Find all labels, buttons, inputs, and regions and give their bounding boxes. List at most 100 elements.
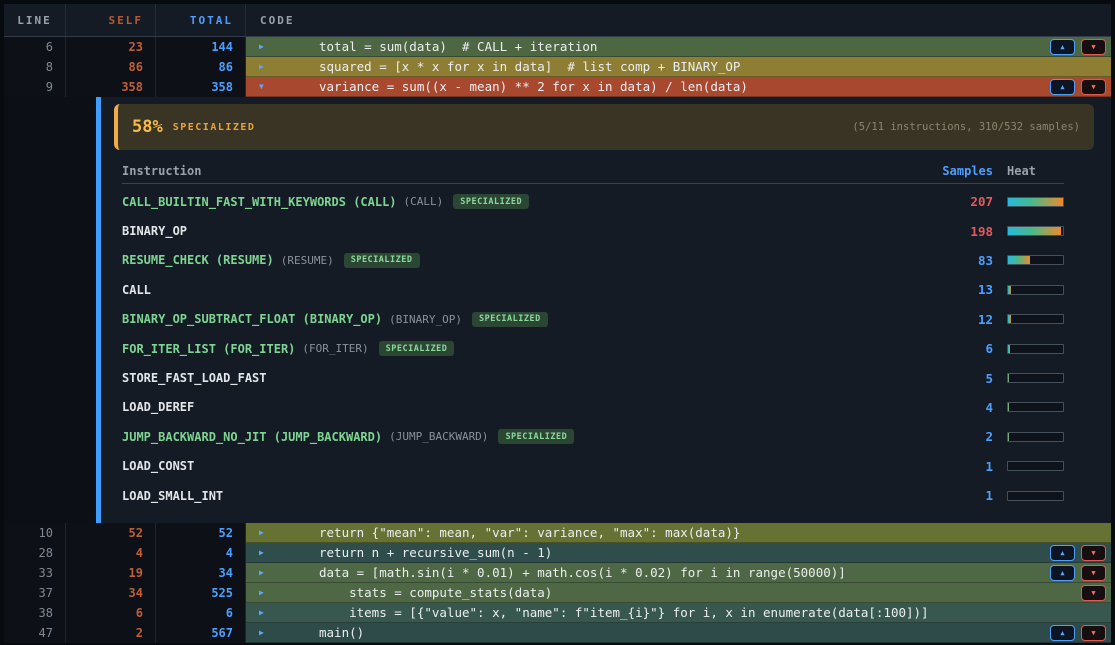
line-number: 47 — [4, 623, 66, 643]
table-row: 28 4 4 ▶ return n + recursive_sum(n - 1)… — [4, 543, 1111, 563]
sample-count: 207 — [931, 194, 993, 209]
code-cell[interactable]: ▶ total = sum(data) # CALL + iteration ▲… — [246, 37, 1111, 57]
code-cell[interactable]: ▶ stats = compute_stats(data) ▼ — [246, 583, 1111, 603]
column-header-samples[interactable]: Samples — [931, 164, 993, 178]
column-header-instruction[interactable]: Instruction — [122, 164, 201, 178]
heat-bar — [1007, 344, 1064, 354]
instruction-row: BINARY_OP 198 — [122, 216, 1064, 245]
jump-down-button[interactable]: ▼ — [1081, 79, 1106, 95]
expander-collapsed-icon[interactable]: ▶ — [259, 568, 271, 577]
jump-down-button[interactable]: ▼ — [1081, 565, 1106, 581]
specialized-badge: SPECIALIZED — [453, 194, 529, 209]
line-number: 38 — [4, 603, 66, 623]
code-text: total = sum(data) # CALL + iteration — [319, 39, 597, 54]
code-cell[interactable]: ▶ items = [{"value": x, "name": f"item_{… — [246, 603, 1111, 623]
code-text: stats = compute_stats(data) — [319, 585, 552, 600]
total-samples: 34 — [156, 563, 246, 583]
expander-collapsed-icon[interactable]: ▶ — [259, 628, 271, 637]
code-cell[interactable]: ▶ squared = [x * x for x in data] # list… — [246, 57, 1111, 77]
heat-bar — [1007, 255, 1064, 265]
instruction-row: LOAD_DEREF 4 — [122, 393, 1064, 422]
instruction-name: BINARY_OP — [122, 224, 187, 238]
instruction-name: LOAD_DEREF — [122, 400, 194, 414]
jump-up-button[interactable]: ▲ — [1050, 625, 1075, 641]
instruction-row: LOAD_SMALL_INT 1 — [122, 481, 1064, 510]
column-header-self[interactable]: SELF — [66, 4, 156, 36]
table-row: 33 19 34 ▶ data = [math.sin(i * 0.01) + … — [4, 563, 1111, 583]
column-header-total[interactable]: TOTAL — [156, 4, 246, 36]
instruction-row: CALL 13 — [122, 275, 1064, 304]
specialization-summary-banner: 58% SPECIALIZED (5/11 instructions, 310/… — [114, 104, 1094, 150]
heat-bar — [1007, 226, 1064, 236]
expander-collapsed-icon[interactable]: ▶ — [259, 548, 271, 557]
code-cell[interactable]: ▶ main() ▲ ▼ — [246, 623, 1111, 643]
total-samples: 86 — [156, 57, 246, 77]
column-header-line[interactable]: LINE — [4, 4, 66, 36]
jump-down-button[interactable]: ▼ — [1081, 625, 1106, 641]
line-number: 9 — [4, 77, 66, 97]
instruction-name: FOR_ITER_LIST (FOR_ITER) — [122, 342, 295, 356]
jump-down-button[interactable]: ▼ — [1081, 39, 1106, 55]
instruction-name: CALL_BUILTIN_FAST_WITH_KEYWORDS (CALL) — [122, 195, 397, 209]
instruction-row: FOR_ITER_LIST (FOR_ITER) (FOR_ITER) SPEC… — [122, 334, 1064, 363]
expander-expanded-icon[interactable]: ▼ — [259, 82, 271, 91]
heat-bar-fill — [1008, 403, 1009, 411]
line-number: 10 — [4, 523, 66, 543]
self-samples: 23 — [66, 37, 156, 57]
code-text: return {"mean": mean, "var": variance, "… — [319, 525, 740, 540]
instruction-name: LOAD_SMALL_INT — [122, 489, 223, 503]
table-row: 38 6 6 ▶ items = [{"value": x, "name": f… — [4, 603, 1111, 623]
instruction-row: JUMP_BACKWARD_NO_JIT (JUMP_BACKWARD) (JU… — [122, 422, 1064, 451]
heat-bar-fill — [1008, 433, 1009, 441]
total-samples: 358 — [156, 77, 246, 97]
jump-up-button[interactable]: ▲ — [1050, 39, 1075, 55]
table-row: 8 86 86 ▶ squared = [x * x for x in data… — [4, 57, 1111, 77]
expander-collapsed-icon[interactable]: ▶ — [259, 62, 271, 71]
line-number: 33 — [4, 563, 66, 583]
code-text: variance = sum((x - mean) ** 2 for x in … — [319, 79, 748, 94]
heat-bar-fill — [1008, 315, 1011, 323]
jump-up-button[interactable]: ▲ — [1050, 565, 1075, 581]
instruction-row: STORE_FAST_LOAD_FAST 5 — [122, 363, 1064, 392]
instruction-name: CALL — [122, 283, 151, 297]
code-text: return n + recursive_sum(n - 1) — [319, 545, 552, 560]
line-number: 28 — [4, 543, 66, 563]
code-text: main() — [319, 625, 364, 640]
instruction-base-opcode: (JUMP_BACKWARD) — [389, 430, 488, 443]
self-samples: 4 — [66, 543, 156, 563]
instruction-base-opcode: (RESUME) — [281, 254, 334, 267]
table-row-expanded: 9 358 358 ▼ variance = sum((x - mean) **… — [4, 77, 1111, 97]
instruction-rows: CALL_BUILTIN_FAST_WITH_KEYWORDS (CALL) (… — [122, 184, 1064, 510]
jump-up-button[interactable]: ▲ — [1050, 79, 1075, 95]
line-number: 6 — [4, 37, 66, 57]
column-header-code[interactable]: CODE — [246, 4, 1111, 36]
total-samples: 4 — [156, 543, 246, 563]
expander-collapsed-icon[interactable]: ▶ — [259, 528, 271, 537]
specialized-badge: SPECIALIZED — [344, 253, 420, 268]
instruction-name: LOAD_CONST — [122, 459, 194, 473]
instruction-row: CALL_BUILTIN_FAST_WITH_KEYWORDS (CALL) (… — [122, 187, 1064, 216]
expander-collapsed-icon[interactable]: ▶ — [259, 608, 271, 617]
code-cell[interactable]: ▶ return n + recursive_sum(n - 1) ▲ ▼ — [246, 543, 1111, 563]
expander-collapsed-icon[interactable]: ▶ — [259, 588, 271, 597]
instruction-row: RESUME_CHECK (RESUME) (RESUME) SPECIALIZ… — [122, 246, 1064, 275]
code-cell[interactable]: ▶ return {"mean": mean, "var": variance,… — [246, 523, 1111, 543]
code-text: items = [{"value": x, "name": f"item_{i}… — [319, 605, 929, 620]
jump-down-button[interactable]: ▼ — [1081, 585, 1106, 601]
instruction-detail-panel: 58% SPECIALIZED (5/11 instructions, 310/… — [4, 97, 1111, 523]
specialized-badge: SPECIALIZED — [498, 429, 574, 444]
self-samples: 34 — [66, 583, 156, 603]
jump-down-button[interactable]: ▼ — [1081, 545, 1106, 561]
self-samples: 2 — [66, 623, 156, 643]
heat-bar-fill — [1008, 286, 1011, 294]
jump-up-button[interactable]: ▲ — [1050, 545, 1075, 561]
heat-bar — [1007, 197, 1064, 207]
expander-collapsed-icon[interactable]: ▶ — [259, 42, 271, 51]
column-header-heat[interactable]: Heat — [1007, 164, 1064, 178]
line-number: 8 — [4, 57, 66, 77]
heat-bar-fill — [1008, 374, 1009, 382]
code-cell[interactable]: ▶ data = [math.sin(i * 0.01) + math.cos(… — [246, 563, 1111, 583]
table-row: 47 2 567 ▶ main() ▲ ▼ — [4, 623, 1111, 643]
heat-bar — [1007, 373, 1064, 383]
code-cell[interactable]: ▼ variance = sum((x - mean) ** 2 for x i… — [246, 77, 1111, 97]
